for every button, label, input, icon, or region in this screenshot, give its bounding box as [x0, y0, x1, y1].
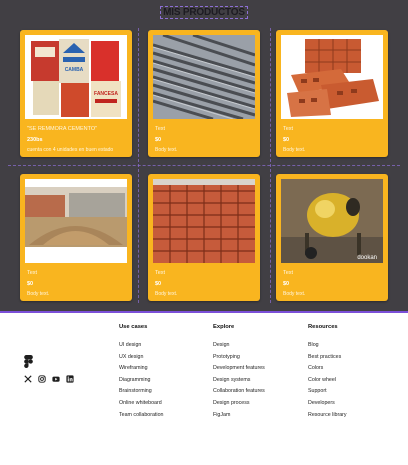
- footer-column-use-cases: Use cases UI design UX design Wireframin…: [119, 324, 163, 421]
- footer-link[interactable]: Best practices: [308, 352, 347, 364]
- product-title: Text: [155, 270, 166, 276]
- products-section: MIS PRODUCTOS CAMBA FANCESA "SE REMMORA …: [0, 0, 408, 311]
- footer-link[interactable]: Colors: [308, 363, 347, 375]
- product-card[interactable]: Text $0 Body text.: [20, 174, 132, 301]
- product-image-cement-bags: CAMBA FANCESA: [25, 35, 127, 119]
- product-title: Text: [155, 126, 166, 132]
- product-title: "SE REMMORA CEMENTO": [27, 126, 98, 132]
- product-price: $0: [155, 137, 162, 143]
- footer-link[interactable]: Design: [213, 340, 265, 352]
- footer-link[interactable]: Team collaboration: [119, 410, 163, 422]
- product-card[interactable]: CAMBA FANCESA "SE REMMORA CEMENTO" 230bs…: [20, 30, 132, 157]
- figma-logo-icon[interactable]: [24, 355, 33, 368]
- footer-link[interactable]: Resource library: [308, 410, 347, 422]
- footer-link[interactable]: FigJam: [213, 410, 265, 422]
- product-title: Text: [283, 126, 294, 132]
- layout-guide: [8, 165, 400, 166]
- footer-link[interactable]: Online whiteboard: [119, 398, 163, 410]
- footer-link[interactable]: Design process: [213, 398, 265, 410]
- product-image-sand-pile: [25, 179, 127, 263]
- product-description: cuenta con 4 unidades en buen estado: [27, 147, 114, 153]
- footer-column-heading: Explore: [213, 324, 235, 330]
- footer-column-resources: Resources Blog Best practices Colors Col…: [308, 324, 347, 421]
- product-description: Body text.: [155, 291, 178, 297]
- product-image-rebar: [153, 35, 255, 119]
- product-card[interactable]: dookan Text $0 Body text.: [276, 174, 388, 301]
- social-links: [24, 375, 74, 383]
- linkedin-icon[interactable]: [66, 375, 74, 383]
- site-footer: Use cases UI design UX design Wireframin…: [0, 311, 408, 465]
- footer-link[interactable]: Blog: [308, 340, 347, 352]
- product-description: Body text.: [283, 291, 306, 297]
- product-title: Text: [27, 270, 38, 276]
- product-image-red-bricks: [153, 179, 255, 263]
- footer-link[interactable]: Brainstorming: [119, 386, 163, 398]
- product-title: Text: [283, 270, 294, 276]
- footer-link[interactable]: Prototyping: [213, 352, 265, 364]
- page-title: MIS PRODUCTOS: [160, 6, 248, 19]
- svg-text:dookan: dookan: [357, 255, 377, 261]
- product-price: $0: [283, 281, 290, 287]
- instagram-icon[interactable]: [38, 375, 46, 383]
- svg-text:CAMBA: CAMBA: [65, 67, 84, 73]
- footer-link[interactable]: Design systems: [213, 375, 265, 387]
- footer-link[interactable]: Color wheel: [308, 375, 347, 387]
- product-image-concrete-mixer: dookan: [281, 179, 383, 263]
- footer-link[interactable]: Developers: [308, 398, 347, 410]
- product-description: Body text.: [283, 147, 306, 153]
- product-price: 230bs: [27, 137, 43, 143]
- footer-column-heading: Use cases: [119, 324, 148, 330]
- product-image-hollow-bricks: [281, 35, 383, 119]
- footer-link[interactable]: Development features: [213, 363, 265, 375]
- footer-link[interactable]: Collaboration features: [213, 386, 265, 398]
- product-card[interactable]: Text $0 Body text.: [148, 30, 260, 157]
- svg-text:FANCESA: FANCESA: [94, 91, 118, 97]
- product-card[interactable]: Text $0 Body text.: [148, 174, 260, 301]
- footer-link[interactable]: Wireframing: [119, 363, 163, 375]
- footer-link[interactable]: UI design: [119, 340, 163, 352]
- footer-link[interactable]: Diagramming: [119, 375, 163, 387]
- footer-link[interactable]: Support: [308, 386, 347, 398]
- footer-column-explore: Explore Design Prototyping Development f…: [213, 324, 265, 421]
- product-price: $0: [155, 281, 162, 287]
- product-description: Body text.: [155, 147, 178, 153]
- footer-link[interactable]: UX design: [119, 352, 163, 364]
- product-card[interactable]: Text $0 Body text.: [276, 30, 388, 157]
- product-description: Body text.: [27, 291, 50, 297]
- footer-column-heading: Resources: [308, 324, 338, 330]
- x-twitter-icon[interactable]: [24, 375, 32, 383]
- product-price: $0: [283, 137, 290, 143]
- youtube-icon[interactable]: [52, 375, 60, 383]
- product-price: $0: [27, 281, 34, 287]
